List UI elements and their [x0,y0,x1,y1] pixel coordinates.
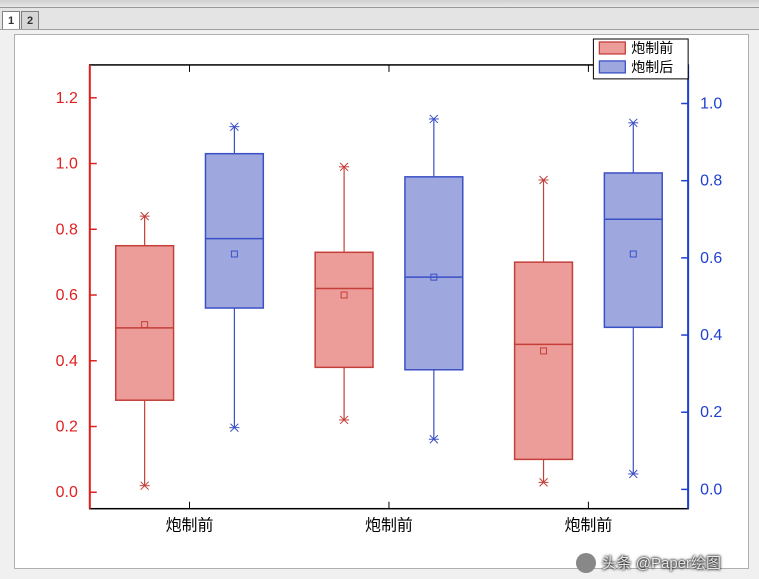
svg-text:0.0: 0.0 [56,484,78,501]
svg-text:0.4: 0.4 [700,327,722,344]
watermark-text: 头条 @Paper绘图 [602,552,721,573]
svg-text:炮制前: 炮制前 [631,40,673,57]
svg-text:0.2: 0.2 [700,404,722,421]
svg-text:0.4: 0.4 [56,353,78,370]
avatar-icon [576,553,596,573]
svg-text:1.0: 1.0 [56,156,78,173]
svg-text:炮制后: 炮制后 [631,60,673,76]
svg-text:0.2: 0.2 [56,418,78,435]
svg-text:0.8: 0.8 [700,173,722,190]
svg-text:0.8: 0.8 [56,221,78,238]
svg-text:1.0: 1.0 [700,95,722,112]
boxplot-chart: 0.0 0.2 0.4 0.6 0.8 1.0 1.2 0.0 0.2 0.4 0.6 0.8 1.0 炮… [15,35,748,569]
chart-frame: 0.0 0.2 0.4 0.6 0.8 1.0 1.2 0.0 0.2 0.4 0.6 0.8 1.0 炮… [14,34,749,569]
svg-text:0.6: 0.6 [56,287,78,304]
tab-bar: 1 2 [0,8,759,30]
tab-1[interactable]: 1 [2,11,20,29]
watermark: 头条 @Paper绘图 [576,552,721,573]
svg-text:炮制前: 炮制前 [365,517,413,535]
svg-text:炮制前: 炮制前 [166,517,214,535]
tab-2[interactable]: 2 [21,11,39,29]
svg-text:0.6: 0.6 [700,250,722,267]
svg-text:炮制前: 炮制前 [564,517,612,535]
svg-text:1.2: 1.2 [56,90,78,107]
svg-text:0.0: 0.0 [700,481,722,498]
